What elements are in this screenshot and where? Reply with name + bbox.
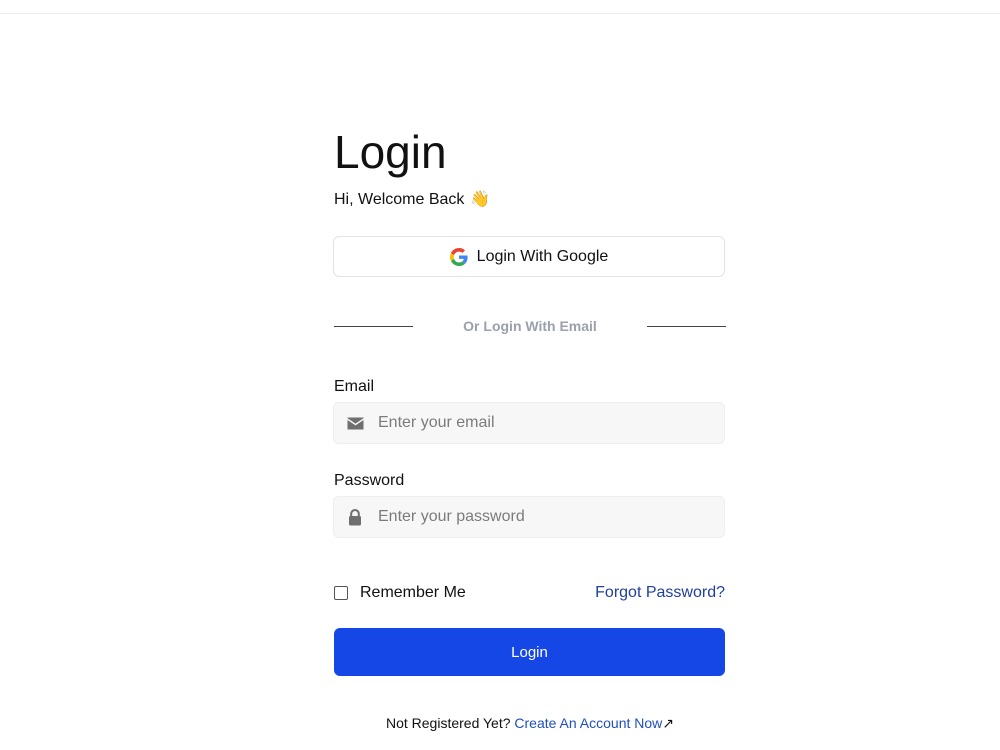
create-account-label[interactable]: Create An Account Now (514, 715, 662, 731)
google-login-label: Login With Google (476, 247, 609, 265)
external-arrow-icon: ↗ (662, 715, 675, 731)
email-field[interactable] (333, 402, 725, 444)
password-label: Password (334, 472, 405, 489)
top-bar (0, 0, 1000, 14)
not-registered-text: Not Registered Yet? (385, 715, 511, 731)
remember-me: Remember Me (334, 584, 466, 602)
lock-icon (346, 508, 364, 526)
welcome-subtitle: Hi, Welcome Back 👋 (334, 190, 490, 210)
page-title: Login (334, 126, 447, 178)
divider-line-right (647, 326, 726, 327)
envelope-icon (346, 414, 364, 432)
login-button[interactable]: Login (334, 628, 725, 676)
welcome-text: Hi, Welcome Back (334, 191, 465, 208)
remember-me-label[interactable]: Remember Me (360, 584, 466, 602)
signup-prompt: Not Registered Yet? Create An Account No… (334, 715, 726, 732)
email-label: Email (334, 378, 375, 395)
email-divider: Or Login With Email (334, 316, 726, 336)
google-g-icon (449, 247, 468, 266)
create-account-link[interactable]: Create An Account Now (514, 715, 662, 731)
email-input[interactable] (378, 414, 698, 432)
password-input[interactable] (378, 508, 698, 526)
google-login-button[interactable]: Login With Google (333, 236, 725, 277)
forgot-password-link[interactable]: Forgot Password? (595, 584, 725, 602)
waving-hand-icon: 👋 (470, 191, 491, 208)
remember-me-checkbox[interactable] (334, 586, 348, 600)
password-field[interactable] (333, 496, 725, 538)
